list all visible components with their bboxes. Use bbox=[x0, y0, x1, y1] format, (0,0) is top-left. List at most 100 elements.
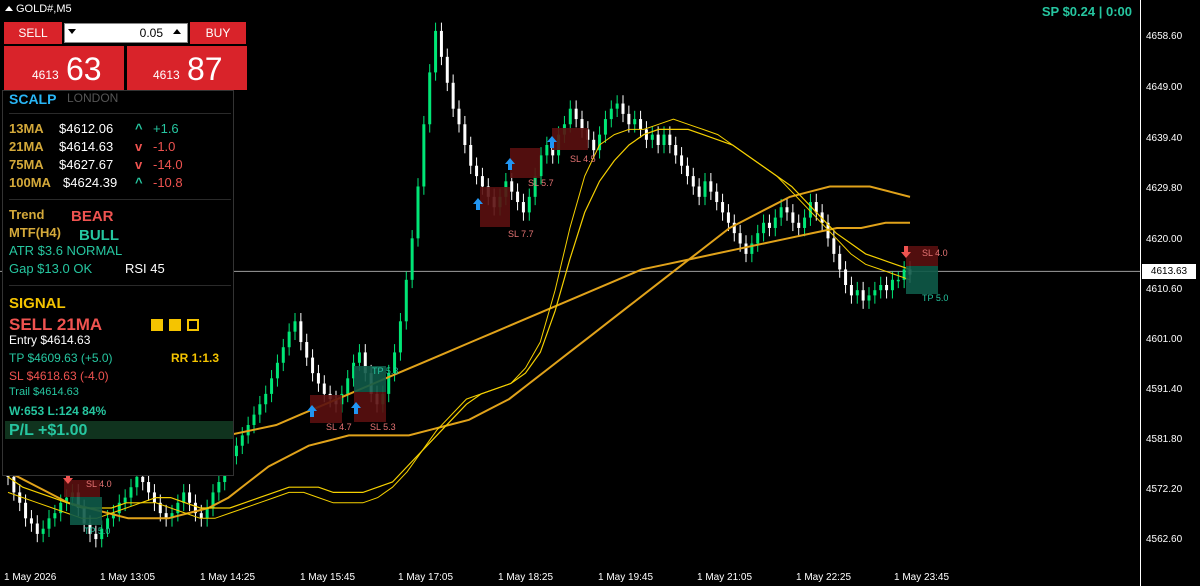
x-axis-tick: 1 May 15:45 bbox=[300, 572, 356, 583]
candle-body bbox=[867, 295, 871, 301]
tp-readout: TP $4609.63 (+5.0) bbox=[9, 351, 113, 365]
ma-name: 13MA bbox=[9, 121, 44, 136]
chart-symbol: GOLD#,M5 bbox=[16, 3, 72, 15]
candle-body bbox=[568, 108, 572, 125]
candle-body bbox=[240, 435, 244, 446]
y-axis-tick: 4649.00 bbox=[1146, 82, 1183, 93]
candle-body bbox=[451, 82, 455, 109]
ma-direction-icon: v bbox=[135, 157, 143, 172]
candle-body bbox=[35, 523, 39, 534]
mtf-value: BULL bbox=[79, 227, 119, 244]
candle-body bbox=[527, 196, 531, 213]
ma-value: $4624.39 bbox=[63, 175, 118, 190]
candle-body bbox=[703, 181, 707, 197]
trend-label: Trend bbox=[9, 207, 45, 222]
candle-body bbox=[47, 518, 51, 529]
signal-strength-icon bbox=[151, 319, 163, 331]
lot-size-value: 0.05 bbox=[139, 26, 163, 40]
y-axis-tick: 4658.60 bbox=[1146, 31, 1183, 42]
x-axis-tick: 1 May 21:05 bbox=[697, 572, 753, 583]
candle-body bbox=[545, 145, 549, 156]
candle-body bbox=[832, 238, 836, 254]
y-axis-tick: 4562.60 bbox=[1146, 534, 1183, 545]
candle-body bbox=[797, 222, 801, 228]
candle-body bbox=[639, 119, 643, 130]
candle-body bbox=[633, 119, 637, 125]
stop-loss-box bbox=[480, 187, 510, 227]
stop-loss-box bbox=[510, 148, 540, 178]
candle-body bbox=[322, 383, 326, 394]
sell-button[interactable]: SELL bbox=[4, 22, 62, 44]
sell-price-pips: 63 bbox=[66, 51, 102, 87]
candle-body bbox=[53, 513, 57, 519]
ma-change: +1.6 bbox=[153, 121, 179, 136]
candle-body bbox=[773, 217, 777, 228]
ma-direction-icon: ^ bbox=[135, 121, 143, 136]
candle-body bbox=[293, 321, 297, 332]
candle-body bbox=[258, 404, 262, 415]
buy-button[interactable]: BUY bbox=[190, 22, 246, 44]
candle-body bbox=[627, 113, 631, 125]
candle-body bbox=[234, 445, 238, 457]
candle-body bbox=[650, 134, 654, 140]
candle-body bbox=[691, 176, 695, 187]
collapse-icon[interactable] bbox=[5, 6, 13, 11]
candle-body bbox=[896, 279, 900, 282]
buy-price-box[interactable]: 4613 87 bbox=[127, 46, 247, 90]
candle-body bbox=[29, 518, 33, 524]
gap-readout: Gap $13.0 OK bbox=[9, 261, 93, 276]
trend-value: BEAR bbox=[71, 208, 114, 225]
y-axis-tick: 4629.80 bbox=[1146, 183, 1183, 194]
y-axis-tick: 4581.80 bbox=[1146, 434, 1183, 445]
x-axis-tick: 1 May 13:05 bbox=[100, 572, 156, 583]
candle-body bbox=[299, 321, 303, 343]
ma-name: 100MA bbox=[9, 175, 51, 190]
x-axis-tick: 1 May 17:05 bbox=[398, 572, 454, 583]
candle-body bbox=[281, 347, 285, 363]
candle-body bbox=[861, 290, 865, 301]
candle-body bbox=[709, 181, 713, 192]
candle-body bbox=[592, 139, 596, 151]
mtf-label: MTF(H4) bbox=[9, 225, 61, 240]
candle-body bbox=[469, 145, 473, 166]
lot-increase-icon[interactable] bbox=[173, 29, 181, 34]
candle-body bbox=[199, 513, 203, 519]
ma-name: 21MA bbox=[9, 139, 44, 154]
take-profit-label: TP 5.3 bbox=[372, 366, 398, 376]
stop-loss-label: SL 4.0 bbox=[922, 248, 948, 258]
candle-body bbox=[767, 222, 771, 228]
sell-price-box[interactable]: 4613 63 bbox=[4, 46, 124, 90]
candle-body bbox=[685, 165, 689, 177]
y-axis-tick: 4591.40 bbox=[1146, 384, 1183, 395]
candle-body bbox=[422, 124, 426, 187]
take-profit-label: TP 5.0 bbox=[922, 293, 948, 303]
x-axis-tick: 1 May 19:45 bbox=[598, 572, 654, 583]
ma-direction-icon: v bbox=[135, 139, 143, 154]
candle-body bbox=[621, 103, 625, 114]
candle-body bbox=[123, 497, 127, 503]
candle-body bbox=[890, 279, 894, 291]
candle-body bbox=[416, 186, 420, 239]
candle-body bbox=[41, 528, 45, 534]
x-axis-tick: 1 May 18:25 bbox=[498, 572, 554, 583]
candle-body bbox=[603, 119, 607, 135]
candle-body bbox=[510, 181, 514, 192]
candle-body bbox=[662, 134, 666, 145]
trail-readout: Trail $4614.63 bbox=[9, 386, 79, 398]
lot-size-input[interactable]: 0.05 bbox=[64, 23, 188, 43]
candle-body bbox=[697, 186, 701, 197]
lot-decrease-icon[interactable] bbox=[68, 29, 76, 34]
candle-body bbox=[609, 108, 613, 120]
candle-body bbox=[428, 72, 432, 125]
candle-body bbox=[779, 207, 783, 218]
candle-body bbox=[346, 378, 350, 394]
candle-body bbox=[803, 217, 807, 228]
candle-body bbox=[141, 476, 145, 483]
candle-body bbox=[311, 357, 315, 374]
signal-label: SIGNAL bbox=[9, 295, 66, 312]
candle-body bbox=[287, 331, 291, 348]
y-axis-tick: 4572.20 bbox=[1146, 484, 1183, 495]
candle-body bbox=[726, 212, 730, 223]
candle-body bbox=[574, 108, 578, 120]
candle-body bbox=[18, 492, 22, 503]
